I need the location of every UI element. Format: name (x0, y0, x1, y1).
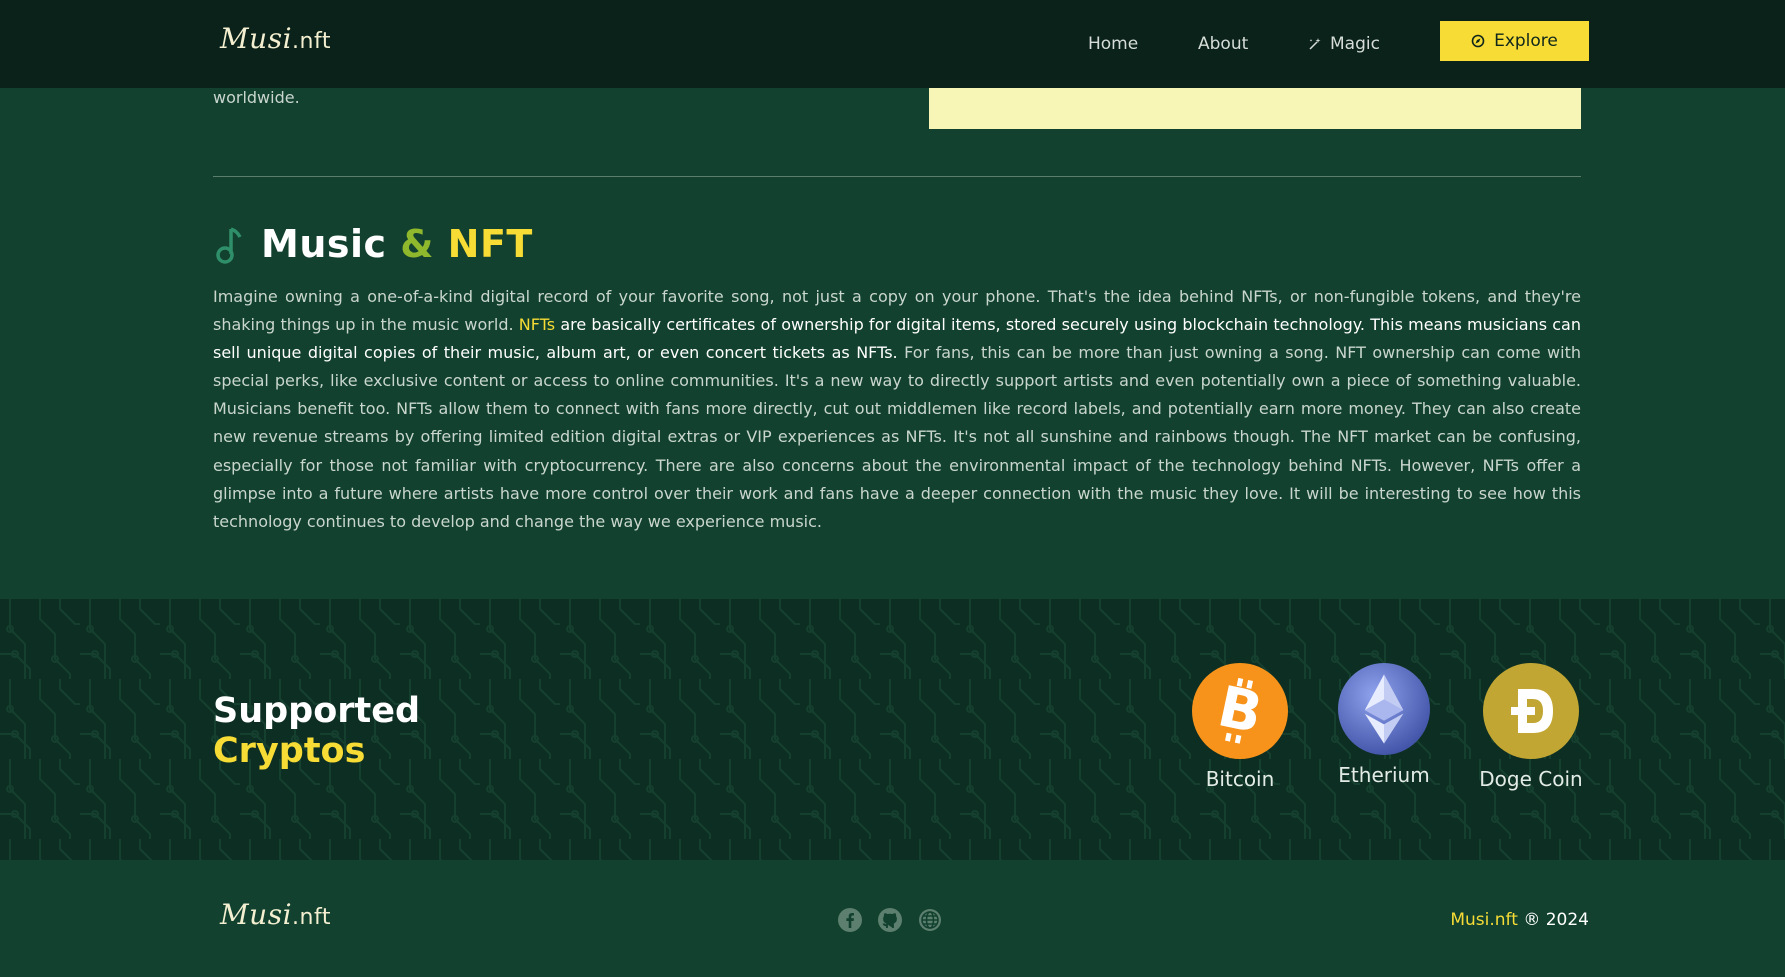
nav-home[interactable]: Home (1088, 34, 1138, 54)
site-footer: Musi.nft Musi.nft ® 2024 (0, 860, 1785, 977)
header-logo[interactable]: Musi.nft (220, 22, 331, 55)
logo-suffix: .nft (292, 29, 331, 54)
copyright: Musi.nft ® 2024 (1450, 910, 1589, 930)
page-title: Music & NFT (261, 222, 533, 266)
nav-magic[interactable]: Magic (1308, 34, 1380, 54)
coin-dogecoin[interactable]: Doge Coin (1476, 663, 1586, 791)
cryptos-heading: Supported Cryptos (213, 691, 420, 771)
nav-magic-label: Magic (1330, 34, 1380, 54)
title-ampersand: & (400, 222, 434, 266)
social-links (838, 908, 942, 932)
dogecoin-icon (1483, 663, 1579, 759)
coin-dogecoin-label: Doge Coin (1479, 767, 1583, 791)
coin-ethereum[interactable]: Etherium (1329, 663, 1439, 787)
footer-logo-suffix: .nft (292, 905, 331, 930)
music-nft-paragraph: Imagine owning a one-of-a-kind digital r… (213, 283, 1581, 536)
magic-wand-icon (1309, 38, 1321, 50)
copyright-brand: Musi.nft (1450, 910, 1518, 930)
compass-icon (1471, 34, 1485, 48)
music-nft-heading: Music & NFT (213, 222, 533, 266)
logo-script: Musi (220, 22, 293, 55)
ethereum-icon (1338, 663, 1430, 755)
cryptos-heading-line1: Supported (213, 691, 421, 731)
section-divider (213, 176, 1581, 177)
bitcoin-icon: B (1192, 663, 1288, 759)
copyright-year: ® 2024 (1523, 910, 1589, 930)
facebook-icon[interactable] (838, 908, 862, 932)
site-header: Musi.nft Home About Magic Explore (0, 0, 1785, 88)
cryptos-heading-line2: Cryptos (213, 731, 366, 771)
footer-logo[interactable]: Musi.nft (220, 898, 331, 931)
coin-bitcoin-label: Bitcoin (1205, 767, 1275, 791)
globe-icon[interactable] (918, 908, 942, 932)
para-highlight: NFTs (518, 315, 556, 335)
explore-label: Explore (1494, 31, 1558, 51)
title-music: Music (261, 222, 387, 266)
coin-bitcoin[interactable]: B Bitcoin (1185, 663, 1295, 791)
para-body: For fans, this can be more than just own… (213, 343, 1582, 531)
nav-about[interactable]: About (1198, 34, 1248, 54)
music-note-icon (216, 227, 242, 264)
github-icon[interactable] (878, 908, 902, 932)
title-nft: NFT (447, 222, 533, 266)
supported-cryptos-section: Supported Cryptos B Bitcoin Etherium Dog… (0, 599, 1785, 860)
footer-logo-script: Musi (220, 898, 293, 931)
coin-ethereum-label: Etherium (1338, 763, 1430, 787)
explore-button[interactable]: Explore (1440, 21, 1589, 61)
